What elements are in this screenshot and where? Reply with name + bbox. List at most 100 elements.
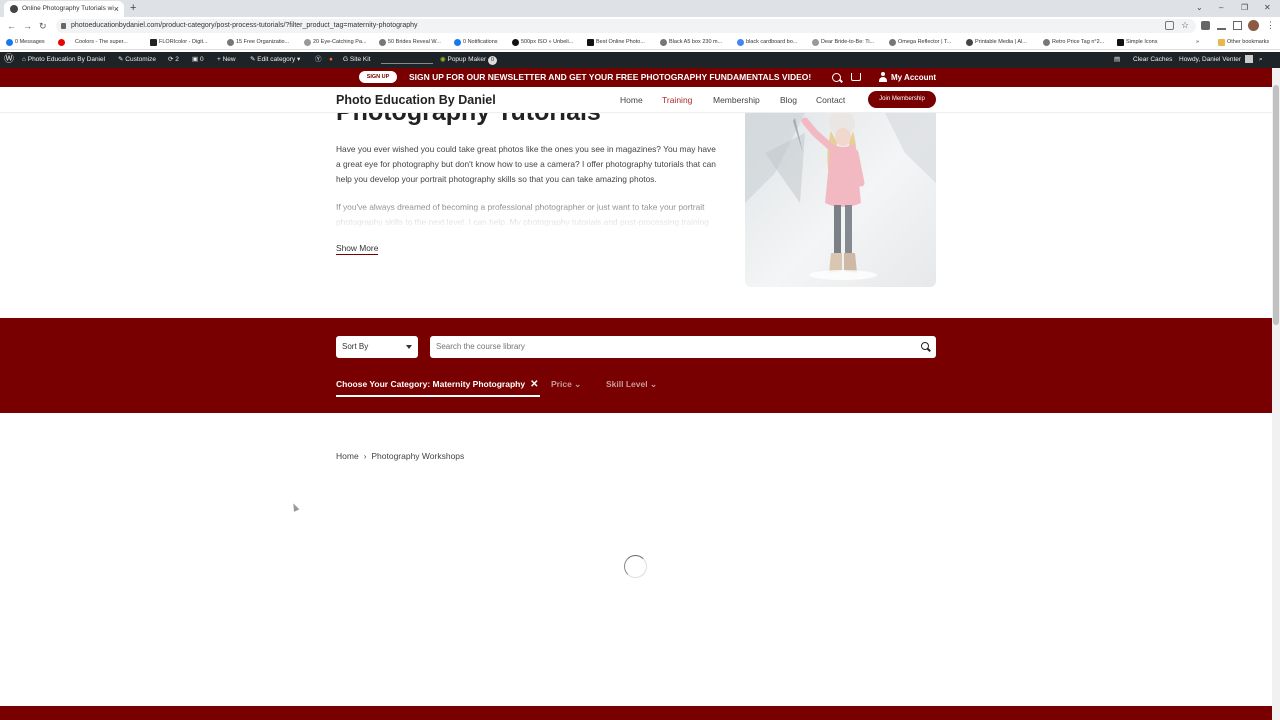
downloads-icon[interactable]	[1217, 21, 1226, 30]
search-icon[interactable]	[921, 342, 929, 350]
bookmark-item[interactable]: 500px ISO » Unbeli...	[512, 35, 573, 49]
bookmark-icon	[812, 39, 819, 46]
bookmark-item[interactable]: 0 Messages	[6, 35, 45, 49]
nav-training[interactable]: Training	[662, 87, 692, 113]
window-minimize-button[interactable]: –	[1219, 0, 1223, 15]
category-filter-label: Choose Your Category: Maternity Photogra…	[336, 379, 526, 389]
reload-button[interactable]: ↻	[39, 17, 47, 35]
bookmark-item[interactable]: Coolors - The super...	[58, 35, 128, 49]
menu-kebab-icon[interactable]: ⋮	[1266, 21, 1275, 30]
breadcrumb: Home › Photography Workshops	[336, 450, 464, 463]
intro-paragraph-faded: If you've always dreamed of becoming a p…	[336, 202, 709, 227]
facebook-icon	[6, 39, 13, 46]
bookmark-icon	[304, 39, 311, 46]
browser-toolbar: ← → ↻ photoeducationbydaniel.com/product…	[0, 17, 1280, 35]
other-bookmarks[interactable]: Other bookmarks	[1218, 35, 1269, 49]
bookmark-item[interactable]: 20 Eye-Catching Pa...	[304, 35, 367, 49]
bookmark-icon	[587, 39, 594, 46]
google-icon: G	[343, 56, 350, 63]
bookmark-item[interactable]: Retro Price Tag n°2...	[1043, 35, 1104, 49]
nav-contact[interactable]: Contact	[816, 87, 845, 113]
extensions-icon[interactable]	[1201, 21, 1210, 30]
site-title[interactable]: Photo Education By Daniel	[336, 87, 496, 113]
bookmark-item[interactable]: 0 Notifications	[454, 35, 498, 49]
bookmark-icon	[966, 39, 973, 46]
show-more-link[interactable]: Show More	[336, 242, 379, 255]
scrollbar-thumb[interactable]	[1273, 85, 1279, 325]
tab-search-chevron-icon[interactable]: ⌄	[1196, 0, 1203, 15]
course-search-input[interactable]	[430, 336, 936, 358]
comment-icon: ▣	[192, 56, 200, 63]
admin-site-kit[interactable]: G Site Kit	[343, 52, 370, 68]
side-panel-icon[interactable]	[1233, 21, 1242, 30]
caret-down-icon	[406, 345, 412, 349]
window-restore-button[interactable]: ❐	[1241, 0, 1248, 15]
bookmark-item[interactable]: black cardboard bo...	[737, 35, 797, 49]
nav-membership[interactable]: Membership	[713, 87, 760, 113]
admin-comments[interactable]: ▣ 0	[192, 52, 204, 68]
bookmark-item[interactable]: 15 Free Organizatio...	[227, 35, 289, 49]
my-account-link[interactable]: My Account	[891, 68, 936, 87]
nav-home[interactable]: Home	[620, 87, 643, 113]
bookmark-item[interactable]: Simple Icons	[1117, 35, 1158, 49]
url-text: photoeducationbydaniel.com/product-categ…	[71, 22, 418, 29]
bookmarks-overflow-button[interactable]: »	[1196, 35, 1199, 49]
loading-spinner	[624, 555, 647, 578]
announcement-text[interactable]: SIGN UP FOR OUR NEWSLETTER AND GET YOUR …	[409, 68, 811, 87]
skill-level-filter-tab[interactable]: Skill Level ⌄	[606, 377, 657, 391]
tab-close-icon[interactable]: ×	[114, 1, 119, 17]
category-filter-tab[interactable]: Choose Your Category: Maternity Photogra…	[336, 377, 541, 397]
bookmark-item[interactable]: Dear Bride-to-Be: Ti...	[812, 35, 874, 49]
admin-edit-category[interactable]: ✎ Edit category ▾	[250, 52, 300, 68]
breadcrumb-current: Photography Workshops	[371, 451, 465, 461]
breadcrumb-home[interactable]: Home	[336, 451, 359, 461]
share-icon[interactable]	[1165, 21, 1174, 30]
globe-icon	[660, 39, 667, 46]
girl-in-snow-illustration	[745, 113, 936, 280]
lock-icon	[61, 23, 66, 29]
bookmark-item[interactable]: Omega Reflector | T...	[889, 35, 951, 49]
avatar	[1245, 55, 1254, 64]
chevron-right-icon: ›	[363, 452, 367, 461]
bookmark-item[interactable]: Black A5 box 230 m...	[660, 35, 722, 49]
bookmark-star-icon[interactable]: ☆	[1181, 21, 1190, 30]
admin-popup-maker[interactable]: ◉ Popup Maker 0	[440, 52, 497, 68]
clear-category-icon[interactable]: ✕	[530, 379, 538, 390]
price-filter-tab[interactable]: Price ⌄	[551, 377, 581, 391]
admin-customize[interactable]: ✎ Customize	[118, 52, 156, 68]
search-icon[interactable]	[832, 73, 841, 82]
profile-avatar[interactable]	[1248, 20, 1259, 31]
signup-button[interactable]: SIGN UP	[359, 71, 397, 83]
admin-clear-caches[interactable]: Clear Caches	[1133, 52, 1172, 68]
bookmark-item[interactable]: 50 Brides Reveal W...	[379, 35, 441, 49]
join-membership-button[interactable]: Join Membership	[868, 91, 936, 108]
yoast-icon[interactable]: Ⓨ	[315, 52, 322, 68]
new-tab-button[interactable]: +	[130, 0, 136, 17]
admin-new[interactable]: + New	[217, 52, 236, 68]
admin-site-name[interactable]: ⌂ Photo Education By Daniel	[22, 52, 105, 68]
chevron-down-icon: ⌄	[649, 379, 658, 389]
user-icon[interactable]	[879, 72, 887, 82]
bookmark-item[interactable]: Printable Media | Al...	[966, 35, 1027, 49]
forward-button[interactable]: →	[23, 17, 32, 35]
back-button[interactable]: ←	[7, 17, 16, 35]
traffic-sparkline	[381, 56, 433, 64]
bookmark-item[interactable]: FLORIcolor - Digit...	[150, 35, 208, 49]
admin-search-icon[interactable]: ⌕	[1259, 52, 1263, 68]
admin-howdy[interactable]: Howdy, Daniel Venter	[1179, 52, 1254, 68]
address-bar[interactable]: photoeducationbydaniel.com/product-categ…	[56, 19, 1196, 33]
sort-by-select[interactable]: Sort By	[336, 336, 418, 358]
window-close-button[interactable]: ✕	[1264, 0, 1271, 15]
bookmark-item[interactable]: Best Online Photo...	[587, 35, 645, 49]
status-dot-icon[interactable]: ●	[329, 52, 333, 68]
cart-icon[interactable]	[851, 73, 861, 81]
admin-updates[interactable]: ⟳ 2	[168, 52, 179, 68]
newsletter-announcement-bar: SIGN UP SIGN UP FOR OUR NEWSLETTER AND G…	[0, 68, 1272, 87]
wordpress-logo-icon[interactable]: Ⓦ	[4, 52, 14, 68]
browser-tab[interactable]: Online Photography Tutorials wi ×	[4, 1, 124, 17]
nav-blog[interactable]: Blog	[780, 87, 797, 113]
facebook-icon	[454, 39, 461, 46]
wp-admin-bar: Ⓦ ⌂ Photo Education By Daniel ✎ Customiz…	[0, 52, 1280, 68]
site-header: Photo Education By Daniel Home Training …	[0, 87, 1272, 113]
footer-band	[0, 706, 1272, 720]
